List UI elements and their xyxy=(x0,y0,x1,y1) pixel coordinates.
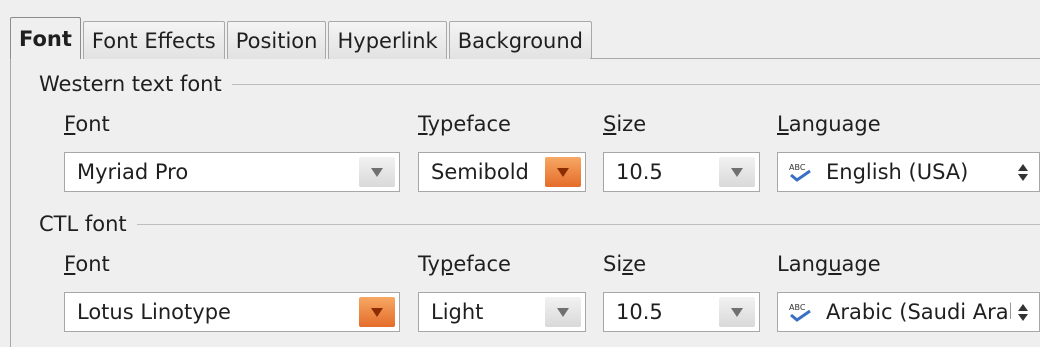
tab-label: Font Effects xyxy=(91,28,216,53)
tab-font-effects[interactable]: Font Effects xyxy=(82,21,225,59)
western-size-label: Size xyxy=(603,112,646,136)
western-title-text: Western text font xyxy=(39,72,222,96)
ctl-language-combo[interactable]: ABC Arabic (Saudi Arabia) xyxy=(777,292,1040,332)
spellcheck-abc-icon: ABC xyxy=(789,163,811,182)
label-rest: age xyxy=(841,252,881,276)
western-size-dropdown-button[interactable] xyxy=(719,157,755,187)
ctl-font-value: Lotus Linotype xyxy=(77,300,231,324)
triangle-down-icon xyxy=(371,167,383,177)
mnemonic-letter: u xyxy=(828,252,842,276)
tab-position[interactable]: Position xyxy=(226,21,327,59)
western-typeface-dropdown-button[interactable] xyxy=(545,157,581,187)
ctl-section-title: CTL font xyxy=(39,212,1040,236)
tab-label: Position xyxy=(235,28,318,53)
western-typeface-value: Semibold xyxy=(431,160,529,184)
western-font-dropdown-button[interactable] xyxy=(359,157,395,187)
ctl-size-value: 10.5 xyxy=(616,300,663,324)
ctl-font-dropdown-button[interactable] xyxy=(359,297,395,327)
western-typeface-label: Typeface xyxy=(418,112,511,136)
ctl-font-label: Font xyxy=(64,252,110,276)
section-rule xyxy=(231,83,1040,85)
mnemonic-letter: F xyxy=(64,252,76,276)
western-section-title: Western text font xyxy=(39,72,1040,96)
label-rest: eface xyxy=(453,252,511,276)
spellcheck-abc-icon: ABC xyxy=(789,303,811,322)
triangle-down-icon xyxy=(557,167,569,177)
mnemonic-letter: L xyxy=(777,112,789,136)
label-rest: anguage xyxy=(788,112,881,136)
tab-label: Hyperlink xyxy=(337,28,438,53)
mnemonic-letter: F xyxy=(64,112,76,136)
tab-font[interactable]: Font xyxy=(10,17,81,59)
mnemonic-letter: T xyxy=(418,112,428,136)
ctl-language-label: Language xyxy=(777,252,881,276)
triangle-down-icon xyxy=(371,307,383,317)
western-language-value: English (USA) xyxy=(826,160,969,184)
label-part: Si xyxy=(603,252,623,276)
ctl-title-text: CTL font xyxy=(39,212,127,236)
arrow-down-icon xyxy=(1018,313,1028,321)
label-part: Lang xyxy=(777,252,829,276)
triangle-down-icon xyxy=(731,307,743,317)
section-rule xyxy=(136,223,1040,225)
ctl-typeface-combo[interactable]: Light xyxy=(418,292,586,332)
tab-divider xyxy=(590,58,1040,59)
mnemonic-letter: p xyxy=(439,252,454,276)
western-size-value: 10.5 xyxy=(616,160,663,184)
ctl-typeface-dropdown-button[interactable] xyxy=(545,297,581,327)
western-language-combo[interactable]: ABC English (USA) xyxy=(777,152,1040,192)
western-font-label: Font xyxy=(64,112,110,136)
label-rest: ont xyxy=(75,112,110,136)
triangle-down-icon xyxy=(557,307,569,317)
label-rest: ypeface xyxy=(427,112,511,136)
tab-bar: Font Font Effects Position Hyperlink Bac… xyxy=(10,17,594,59)
svg-text:ABC: ABC xyxy=(789,303,806,312)
arrow-down-icon xyxy=(1018,173,1028,181)
western-font-value: Myriad Pro xyxy=(77,160,189,184)
arrow-up-icon xyxy=(1018,303,1028,311)
tab-background[interactable]: Background xyxy=(448,21,593,59)
svg-text:ABC: ABC xyxy=(789,163,806,172)
label-rest: e xyxy=(633,252,647,276)
western-language-label: Language xyxy=(777,112,881,136)
up-down-arrows-icon[interactable] xyxy=(1011,163,1035,181)
label-part: Ty xyxy=(418,252,440,276)
panel-left-border xyxy=(10,59,11,347)
ctl-size-dropdown-button[interactable] xyxy=(719,297,755,327)
mnemonic-letter: S xyxy=(603,112,617,136)
western-size-combo[interactable]: 10.5 xyxy=(603,152,760,192)
triangle-down-icon xyxy=(731,167,743,177)
label-rest: ont xyxy=(75,252,110,276)
tab-label: Background xyxy=(457,28,584,53)
ctl-typeface-value: Light xyxy=(431,300,484,324)
ctl-size-label: Size xyxy=(603,252,646,276)
up-down-arrows-icon[interactable] xyxy=(1011,303,1035,321)
ctl-size-combo[interactable]: 10.5 xyxy=(603,292,760,332)
tab-hyperlink[interactable]: Hyperlink xyxy=(328,21,447,59)
tab-label: Font xyxy=(19,26,72,51)
ctl-typeface-label: Typeface xyxy=(418,252,511,276)
mnemonic-letter: z xyxy=(622,252,634,276)
western-typeface-combo[interactable]: Semibold xyxy=(418,152,586,192)
western-font-combo[interactable]: Myriad Pro xyxy=(64,152,400,192)
ctl-language-value: Arabic (Saudi Arabia) xyxy=(826,300,1011,324)
arrow-up-icon xyxy=(1018,163,1028,171)
label-rest: ize xyxy=(616,112,647,136)
ctl-font-combo[interactable]: Lotus Linotype xyxy=(64,292,400,332)
